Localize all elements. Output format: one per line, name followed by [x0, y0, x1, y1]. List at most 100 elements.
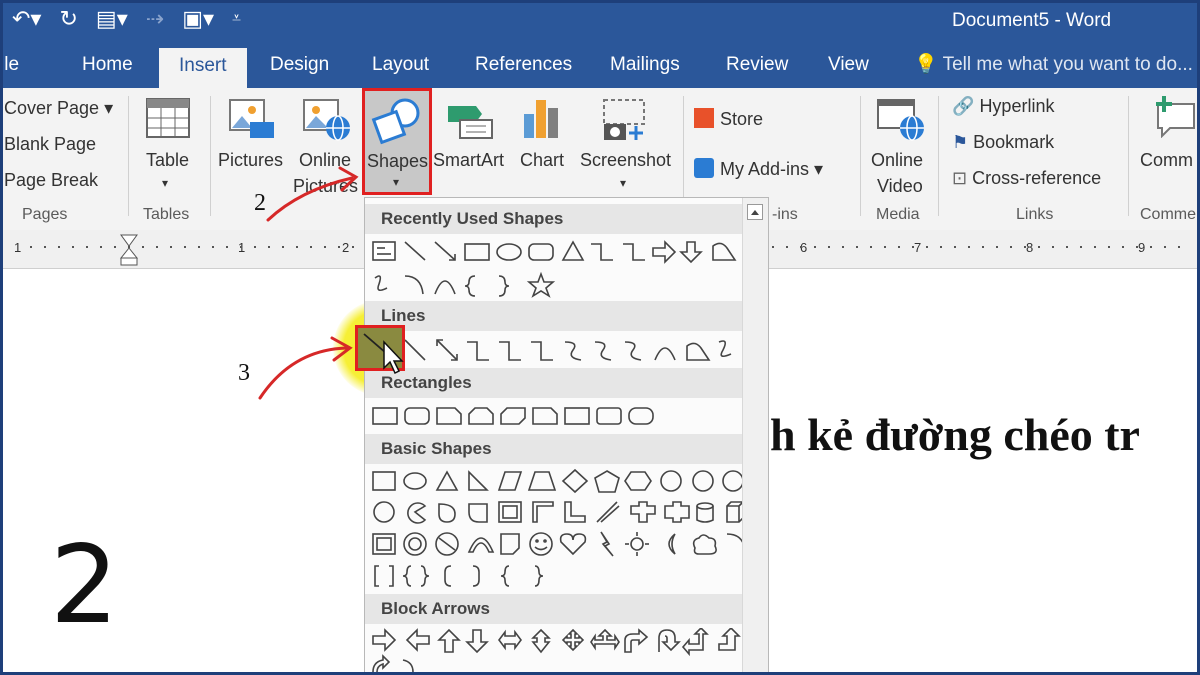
- online-pictures-line2[interactable]: Pictures: [293, 176, 358, 197]
- online-pictures-line1[interactable]: Online: [299, 150, 351, 171]
- basic-shapes-grid[interactable]: [369, 468, 745, 592]
- tab-insert[interactable]: Insert: [159, 48, 247, 88]
- ruler-tick: [996, 246, 998, 248]
- star-icon: [526, 271, 556, 298]
- online-video-line1[interactable]: Online: [871, 150, 923, 171]
- chart-button[interactable]: Chart: [520, 150, 564, 171]
- ruler-number: 8: [1026, 240, 1034, 255]
- ruler-tick: [772, 246, 774, 248]
- ruler-tick: [842, 246, 844, 248]
- pictures-button[interactable]: Pictures: [218, 150, 283, 171]
- ruler-tick: [884, 246, 886, 248]
- screenshot-qat-icon[interactable]: ▣▾: [182, 6, 214, 32]
- ruler-tick: [1080, 246, 1082, 248]
- block-arrows-row[interactable]: [369, 628, 745, 675]
- screenshot-button[interactable]: Screenshot: [580, 150, 671, 171]
- cross-reference-button[interactable]: ⊡ Cross-reference: [952, 168, 1101, 189]
- customize-qat-icon[interactable]: ⩡: [232, 10, 241, 28]
- ruler-tick: [296, 246, 298, 248]
- tell-me-box[interactable]: 💡 Tell me what you want to do...: [914, 46, 1193, 88]
- ruler-number: 9: [1138, 240, 1146, 255]
- group-label-comments: Comme: [1140, 206, 1197, 223]
- line-icon: [404, 241, 426, 261]
- online-video-line2[interactable]: Video: [877, 176, 923, 197]
- annotation-step-2: 2: [254, 190, 266, 216]
- scroll-up-button[interactable]: [747, 204, 763, 220]
- freeform-icon: [686, 342, 711, 361]
- text-box-icon: [372, 241, 396, 261]
- section-basic-shapes: Basic Shapes: [365, 434, 743, 464]
- shapes-gallery: Recently Used Shapes Lines Rectangles Ba…: [364, 197, 769, 675]
- ruler-tick: [58, 246, 60, 248]
- store-button[interactable]: Store: [694, 108, 763, 130]
- curved-arrow-connector-icon: [594, 341, 612, 361]
- tab-home[interactable]: Home: [82, 46, 133, 88]
- online-video-icon: [877, 99, 924, 141]
- touch-mode-icon[interactable]: ⇢: [146, 6, 164, 32]
- my-addins-button[interactable]: My Add-ins ▾: [694, 158, 823, 180]
- hyperlink-button[interactable]: 🔗 Hyperlink: [952, 96, 1054, 117]
- oval-icon: [496, 243, 522, 261]
- double-arrow-line-icon: [436, 339, 458, 361]
- tab-layout[interactable]: Layout: [372, 46, 429, 88]
- scribble-icon: [718, 340, 732, 358]
- tab-design[interactable]: Design: [270, 46, 329, 88]
- ruler-tick: [954, 246, 956, 248]
- blank-page-button[interactable]: Blank Page: [4, 134, 96, 155]
- ruler-tick: [1038, 246, 1040, 248]
- paste-icon[interactable]: ▤▾: [96, 6, 128, 32]
- table-button[interactable]: Table: [146, 150, 189, 171]
- redo-icon[interactable]: ↻: [59, 6, 77, 32]
- ruler-tick: [226, 246, 228, 248]
- recent-shapes-row[interactable]: [369, 238, 745, 302]
- tab-review[interactable]: Review: [726, 46, 788, 88]
- undo-icon[interactable]: ↶▾: [12, 6, 41, 32]
- tab-references[interactable]: References: [475, 46, 572, 88]
- ruler-tick: [44, 246, 46, 248]
- tell-me-placeholder: Tell me what you want to do...: [942, 54, 1193, 75]
- ruler-tick: [1136, 246, 1138, 248]
- ruler-tick: [856, 246, 858, 248]
- title-bar: ↶▾ ↻ ▤▾ ⇢ ▣▾ ⩡ Document5 - Word ile Home…: [0, 0, 1200, 88]
- ruler-tick: [1178, 246, 1180, 248]
- shapes-button[interactable]: Shapes ▾: [362, 88, 432, 195]
- document-text[interactable]: h kẻ đường chéo tr: [770, 408, 1140, 461]
- ruler-number: 1: [14, 240, 22, 255]
- lines-row[interactable]: [369, 336, 745, 366]
- tab-view[interactable]: View: [828, 46, 869, 88]
- ruler-tick: [912, 246, 914, 248]
- chevron-down-icon: ▾: [620, 176, 627, 190]
- ruler-tick: [1094, 246, 1096, 248]
- basic-shapes-row-4: [374, 565, 544, 587]
- basic-shapes-row-1: [372, 468, 744, 494]
- rounded-rectangle-icon: [528, 243, 554, 261]
- chevron-down-icon: ▾: [162, 176, 169, 190]
- indent-marker-icon[interactable]: [120, 234, 138, 266]
- tab-mailings[interactable]: Mailings: [610, 46, 680, 88]
- page-break-button[interactable]: Page Break: [4, 170, 98, 191]
- gallery-scrollbar[interactable]: [742, 198, 768, 674]
- smartart-button[interactable]: SmartArt: [433, 150, 504, 171]
- basic-shapes-row-3: [372, 531, 745, 557]
- elbow-connector-icon: [467, 341, 489, 361]
- bookmark-button[interactable]: ⚑ Bookmark: [952, 132, 1054, 153]
- ruler-tick: [114, 246, 116, 248]
- cover-page-button[interactable]: Cover Page ▾: [4, 98, 113, 119]
- group-separator: [1128, 96, 1129, 216]
- ruler-tick: [170, 246, 172, 248]
- ruler-tick: [1010, 246, 1012, 248]
- ruler-tick: [1108, 246, 1110, 248]
- section-block-arrows: Block Arrows: [365, 594, 743, 624]
- smartart-icon: [448, 106, 493, 139]
- comment-button[interactable]: Comm: [1140, 150, 1193, 171]
- section-lines: Lines: [365, 301, 743, 331]
- ruler-tick: [1066, 246, 1068, 248]
- tab-file[interactable]: ile: [0, 46, 19, 88]
- chevron-up-icon: [751, 210, 759, 215]
- group-separator: [860, 96, 861, 216]
- rectangles-row[interactable]: [369, 404, 745, 430]
- ruler-tick: [968, 246, 970, 248]
- ruler-tick: [800, 246, 802, 248]
- ruler-tick: [926, 246, 928, 248]
- ruler-tick: [156, 246, 158, 248]
